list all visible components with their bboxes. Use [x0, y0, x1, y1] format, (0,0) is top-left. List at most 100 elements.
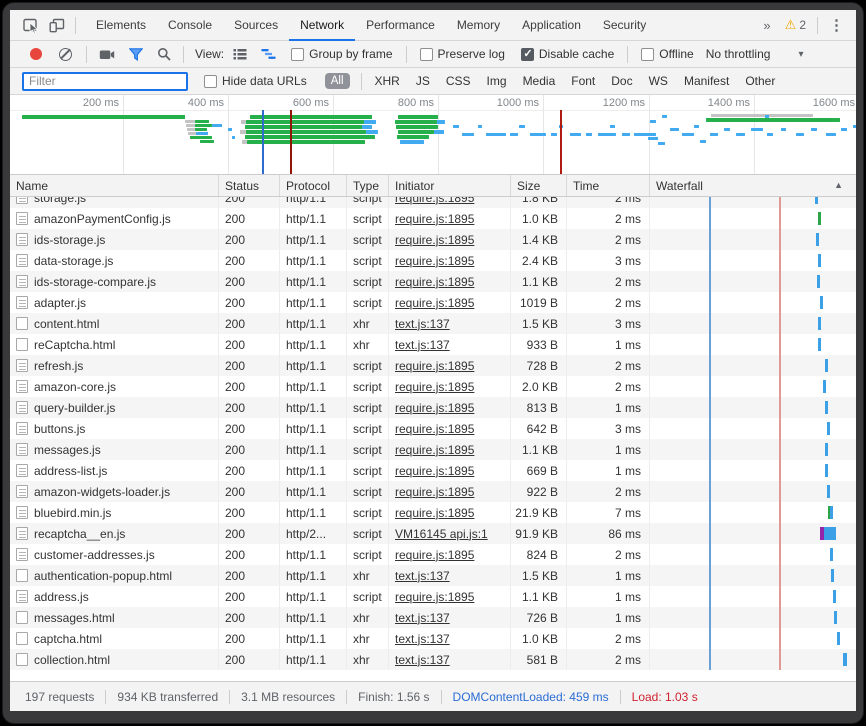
offline-checkbox[interactable]: Offline [641, 47, 693, 61]
filter-type-font[interactable]: Font [563, 74, 603, 88]
request-name-cell[interactable]: messages.js [10, 439, 219, 460]
table-row[interactable]: amazon-core.js200http/1.1scriptrequire.j… [10, 376, 856, 397]
list-view-icon[interactable] [233, 48, 247, 60]
initiator-link[interactable]: VM16145 api.js:1 [395, 527, 488, 541]
table-row[interactable]: authentication-popup.html200http/1.1xhrt… [10, 565, 856, 586]
toggle-device-toolbar-button[interactable] [44, 13, 70, 37]
request-name-cell[interactable]: ids-storage.js [10, 229, 219, 250]
request-name-cell[interactable]: content.html [10, 313, 219, 334]
request-name-cell[interactable]: amazonPaymentConfig.js [10, 208, 219, 229]
search-icon[interactable] [157, 47, 171, 61]
request-name-cell[interactable]: refresh.js [10, 355, 219, 376]
table-row[interactable]: buttons.js200http/1.1scriptrequire.js:18… [10, 418, 856, 439]
column-header-size[interactable]: Size [511, 175, 567, 196]
initiator-link[interactable]: require.js:1895 [395, 506, 474, 520]
initiator-link[interactable]: text.js:137 [395, 338, 450, 352]
filter-type-media[interactable]: Media [515, 74, 564, 88]
request-name-cell[interactable]: collection.html [10, 649, 219, 670]
throttling-dropdown[interactable]: No throttling ▾ [706, 47, 804, 61]
table-row[interactable]: content.html200http/1.1xhrtext.js:1371.5… [10, 313, 856, 334]
filter-funnel-icon[interactable] [129, 48, 143, 61]
tab-network[interactable]: Network [289, 10, 355, 41]
filter-type-other[interactable]: Other [737, 74, 783, 88]
request-name-cell[interactable]: recaptcha__en.js [10, 523, 219, 544]
waterfall-view-icon[interactable] [261, 48, 276, 60]
table-row[interactable]: query-builder.js200http/1.1scriptrequire… [10, 397, 856, 418]
filter-type-doc[interactable]: Doc [603, 74, 640, 88]
initiator-link[interactable]: require.js:1895 [395, 443, 474, 457]
request-name-cell[interactable]: reCaptcha.html [10, 334, 219, 355]
table-row[interactable]: address-list.js200http/1.1scriptrequire.… [10, 460, 856, 481]
initiator-link[interactable]: text.js:137 [395, 632, 450, 646]
initiator-link[interactable]: text.js:137 [395, 653, 450, 667]
initiator-link[interactable]: text.js:137 [395, 611, 450, 625]
request-name-cell[interactable]: data-storage.js [10, 250, 219, 271]
screenshot-capture-icon[interactable] [99, 48, 115, 61]
group-by-frame-checkbox[interactable]: Group by frame [291, 47, 392, 61]
disable-cache-checkbox[interactable]: Disable cache [521, 47, 614, 61]
initiator-link[interactable]: require.js:1895 [395, 464, 474, 478]
tab-sources[interactable]: Sources [223, 10, 289, 41]
initiator-link[interactable]: require.js:1895 [395, 380, 474, 394]
tab-elements[interactable]: Elements [85, 10, 157, 41]
request-name-cell[interactable]: address-list.js [10, 460, 219, 481]
initiator-link[interactable]: require.js:1895 [395, 359, 474, 373]
column-header-protocol[interactable]: Protocol [280, 175, 347, 196]
kebab-menu-icon[interactable]: ⋮ [823, 16, 850, 34]
tab-security[interactable]: Security [592, 10, 657, 41]
initiator-link[interactable]: require.js:1895 [395, 548, 474, 562]
table-row[interactable]: refresh.js200http/1.1scriptrequire.js:18… [10, 355, 856, 376]
table-row[interactable]: customer-addresses.js200http/1.1scriptre… [10, 544, 856, 565]
request-name-cell[interactable]: amazon-widgets-loader.js [10, 481, 219, 502]
filter-type-manifest[interactable]: Manifest [676, 74, 737, 88]
initiator-link[interactable]: require.js:1895 [395, 485, 474, 499]
table-row[interactable]: adapter.js200http/1.1scriptrequire.js:18… [10, 292, 856, 313]
column-header-initiator[interactable]: Initiator [389, 175, 511, 196]
column-header-time[interactable]: Time [567, 175, 650, 196]
console-warning-badge[interactable]: ⚠ 2 [779, 17, 812, 33]
table-row[interactable]: ids-storage.js200http/1.1scriptrequire.j… [10, 229, 856, 250]
filter-type-all[interactable]: All [325, 73, 350, 89]
initiator-link[interactable]: text.js:137 [395, 317, 450, 331]
initiator-link[interactable]: require.js:1895 [395, 401, 474, 415]
table-row[interactable]: messages.html200http/1.1xhrtext.js:13772… [10, 607, 856, 628]
initiator-link[interactable]: require.js:1895 [395, 422, 474, 436]
request-name-cell[interactable]: messages.html [10, 607, 219, 628]
request-name-cell[interactable]: storage.js [10, 197, 219, 208]
initiator-link[interactable]: require.js:1895 [395, 212, 474, 226]
table-row[interactable]: data-storage.js200http/1.1scriptrequire.… [10, 250, 856, 271]
filter-type-css[interactable]: CSS [438, 74, 479, 88]
filter-type-img[interactable]: Img [479, 74, 515, 88]
column-header-type[interactable]: Type [347, 175, 389, 196]
table-row[interactable]: address.js200http/1.1scriptrequire.js:18… [10, 586, 856, 607]
column-header-status[interactable]: Status [219, 175, 280, 196]
more-tabs-icon[interactable]: » [755, 18, 778, 33]
initiator-link[interactable]: require.js:1895 [395, 296, 474, 310]
column-header-waterfall[interactable]: Waterfall▲ [650, 175, 856, 196]
initiator-link[interactable]: text.js:137 [395, 569, 450, 583]
request-name-cell[interactable]: bluebird.min.js [10, 502, 219, 523]
record-button[interactable] [30, 48, 42, 60]
table-row[interactable]: ids-storage-compare.js200http/1.1scriptr… [10, 271, 856, 292]
tab-memory[interactable]: Memory [446, 10, 511, 41]
filter-type-js[interactable]: JS [408, 74, 438, 88]
request-name-cell[interactable]: amazon-core.js [10, 376, 219, 397]
initiator-link[interactable]: require.js:1895 [395, 590, 474, 604]
table-row[interactable]: reCaptcha.html200http/1.1xhrtext.js:1379… [10, 334, 856, 355]
table-row[interactable]: collection.html200http/1.1xhrtext.js:137… [10, 649, 856, 670]
request-name-cell[interactable]: authentication-popup.html [10, 565, 219, 586]
sort-ascending-icon[interactable]: ▲ [834, 180, 843, 190]
filter-type-xhr[interactable]: XHR [367, 74, 408, 88]
initiator-link[interactable]: require.js:1895 [395, 197, 474, 205]
tab-performance[interactable]: Performance [355, 10, 446, 41]
hide-data-urls-checkbox[interactable]: Hide data URLs [204, 74, 307, 88]
table-row[interactable]: amazonPaymentConfig.js200http/1.1scriptr… [10, 208, 856, 229]
initiator-link[interactable]: require.js:1895 [395, 275, 474, 289]
inspect-element-button[interactable] [18, 13, 44, 37]
clear-icon[interactable] [59, 48, 72, 61]
tab-application[interactable]: Application [511, 10, 592, 41]
request-name-cell[interactable]: buttons.js [10, 418, 219, 439]
request-name-cell[interactable]: query-builder.js [10, 397, 219, 418]
initiator-link[interactable]: require.js:1895 [395, 233, 474, 247]
table-row[interactable]: amazon-widgets-loader.js200http/1.1scrip… [10, 481, 856, 502]
